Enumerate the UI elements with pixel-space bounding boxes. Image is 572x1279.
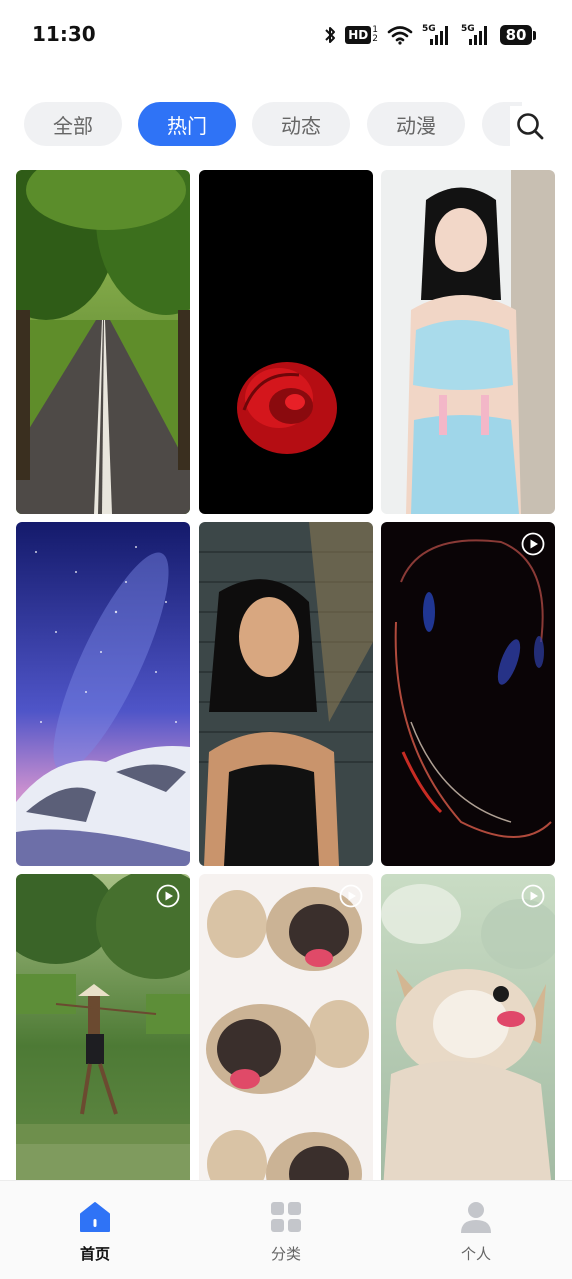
video-play-icon [521,532,545,556]
nav-profile[interactable]: 个人 [416,1199,536,1269]
search-button[interactable] [510,106,550,146]
wallpaper-card[interactable] [16,522,190,866]
wallpaper-image [16,170,190,514]
wallpaper-image [381,874,555,1180]
wallpaper-image [199,874,373,1180]
search-icon [517,113,544,140]
tab-dynamic[interactable]: 动态 [252,102,350,146]
battery-icon: 80 [500,25,536,45]
wallpaper-image [381,170,555,514]
nav-home-label: 首页 [79,1245,110,1263]
nav-category[interactable]: 分类 [226,1199,346,1269]
category-tabs: 全部 热门 动态 动漫 [0,100,572,148]
wallpaper-image [381,522,555,866]
video-play-icon [521,884,545,908]
wifi-icon [387,26,413,45]
wallpaper-grid [0,170,572,1180]
signal-2-icon: 5G [461,24,491,46]
hd-voice-badge: HD 1 2 [345,26,378,44]
wallpaper-card[interactable] [199,170,373,514]
status-bar: 11:30 HD 1 2 5G 5G 80 [0,0,572,68]
bottom-navigation: 首页 分类 个人 [0,1180,572,1279]
wallpaper-image [16,874,190,1180]
tab-anime[interactable]: 动漫 [367,102,465,146]
category-grid-icon [271,1202,301,1232]
bluetooth-icon [325,27,336,43]
person-icon [461,1202,491,1233]
wallpaper-card[interactable] [381,874,555,1180]
wallpaper-card[interactable] [199,874,373,1180]
nav-profile-label: 个人 [460,1245,491,1263]
wallpaper-card[interactable] [199,522,373,866]
wallpaper-image [16,522,190,866]
wallpaper-card[interactable] [16,170,190,514]
video-play-icon [339,884,363,908]
app-screen: 11:30 HD 1 2 5G 5G 80 全部 热门 动态 动漫 首页 分类 … [0,0,572,1279]
wallpaper-card[interactable] [16,874,190,1180]
home-icon [80,1202,110,1232]
tab-popular[interactable]: 热门 [138,102,236,146]
signal-1-icon: 5G [422,24,452,46]
wallpaper-card[interactable] [381,170,555,514]
wallpaper-card[interactable] [381,522,555,866]
wallpaper-image [199,522,373,866]
wallpaper-image [199,170,373,514]
nav-home[interactable]: 首页 [35,1199,155,1269]
status-time: 11:30 [32,22,96,46]
status-icons: HD 1 2 5G 5G 80 [324,22,536,48]
video-play-icon [156,884,180,908]
tab-all[interactable]: 全部 [24,102,122,146]
nav-category-label: 分类 [270,1245,301,1263]
